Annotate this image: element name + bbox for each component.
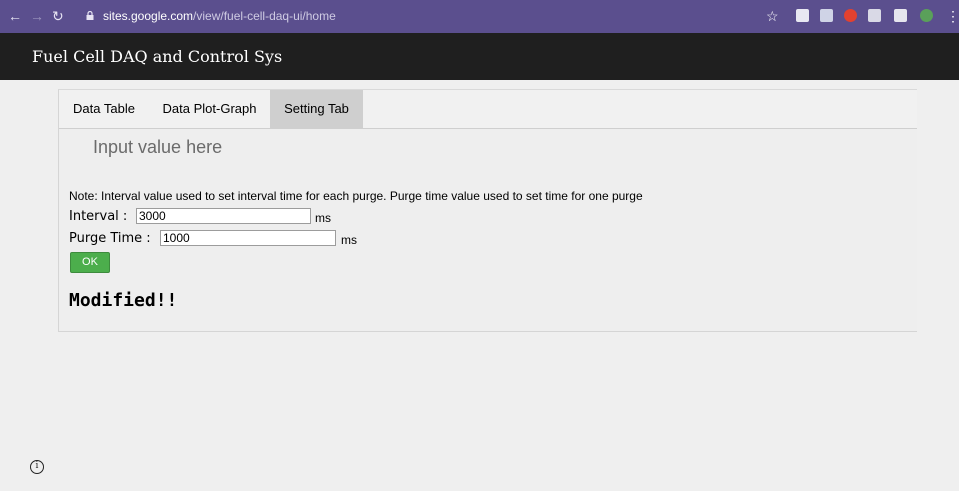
tab-data-table[interactable]: Data Table [59, 90, 149, 128]
lock-icon [86, 11, 94, 20]
settings-heading: Input value here [93, 137, 223, 157]
star-icon[interactable]: ☆ [766, 8, 779, 25]
purge-time-input[interactable] [160, 230, 336, 246]
reload-icon[interactable]: ↻ [52, 8, 64, 25]
puzzle-icon[interactable] [894, 9, 907, 22]
url-path: /view/fuel-cell-daq-ui/home [193, 9, 336, 23]
interval-input[interactable] [136, 208, 311, 224]
settings-panel: Data Table Data Plot-Graph Setting Tab I… [58, 89, 917, 332]
site-title[interactable]: Fuel Cell DAQ and Control Sys [32, 47, 282, 66]
extension-icon[interactable] [796, 9, 809, 22]
forward-arrow-icon[interactable]: → [30, 8, 44, 24]
menu-dots-icon[interactable]: ⋮ [946, 8, 959, 25]
settings-note: Note: Interval value used to set interva… [69, 189, 643, 203]
extension-icon[interactable] [820, 9, 833, 22]
back-arrow-icon[interactable]: ← [8, 8, 22, 24]
url-host: sites.google.com [103, 9, 194, 23]
browser-toolbar: ← → ↻ sites.google.com/view/fuel-cell-da… [0, 0, 959, 33]
tab-data-plot-graph[interactable]: Data Plot-Graph [149, 90, 270, 128]
interval-label: Interval : [69, 209, 128, 224]
purge-time-label: Purge Time : [69, 231, 151, 246]
info-icon[interactable]: i [30, 460, 44, 474]
profile-icon[interactable] [920, 9, 933, 22]
address-bar[interactable]: sites.google.com/view/fuel-cell-daq-ui/h… [103, 9, 336, 23]
ok-button[interactable]: OK [70, 252, 110, 273]
purge-time-unit: ms [341, 233, 357, 247]
extension-icon[interactable] [844, 9, 857, 22]
status-message: Modified!! [69, 290, 178, 311]
tab-setting[interactable]: Setting Tab [270, 90, 363, 128]
extension-icon[interactable] [868, 9, 881, 22]
site-header: Fuel Cell DAQ and Control Sys [0, 33, 959, 80]
interval-unit: ms [315, 211, 331, 225]
tab-bar: Data Table Data Plot-Graph Setting Tab [59, 90, 917, 129]
